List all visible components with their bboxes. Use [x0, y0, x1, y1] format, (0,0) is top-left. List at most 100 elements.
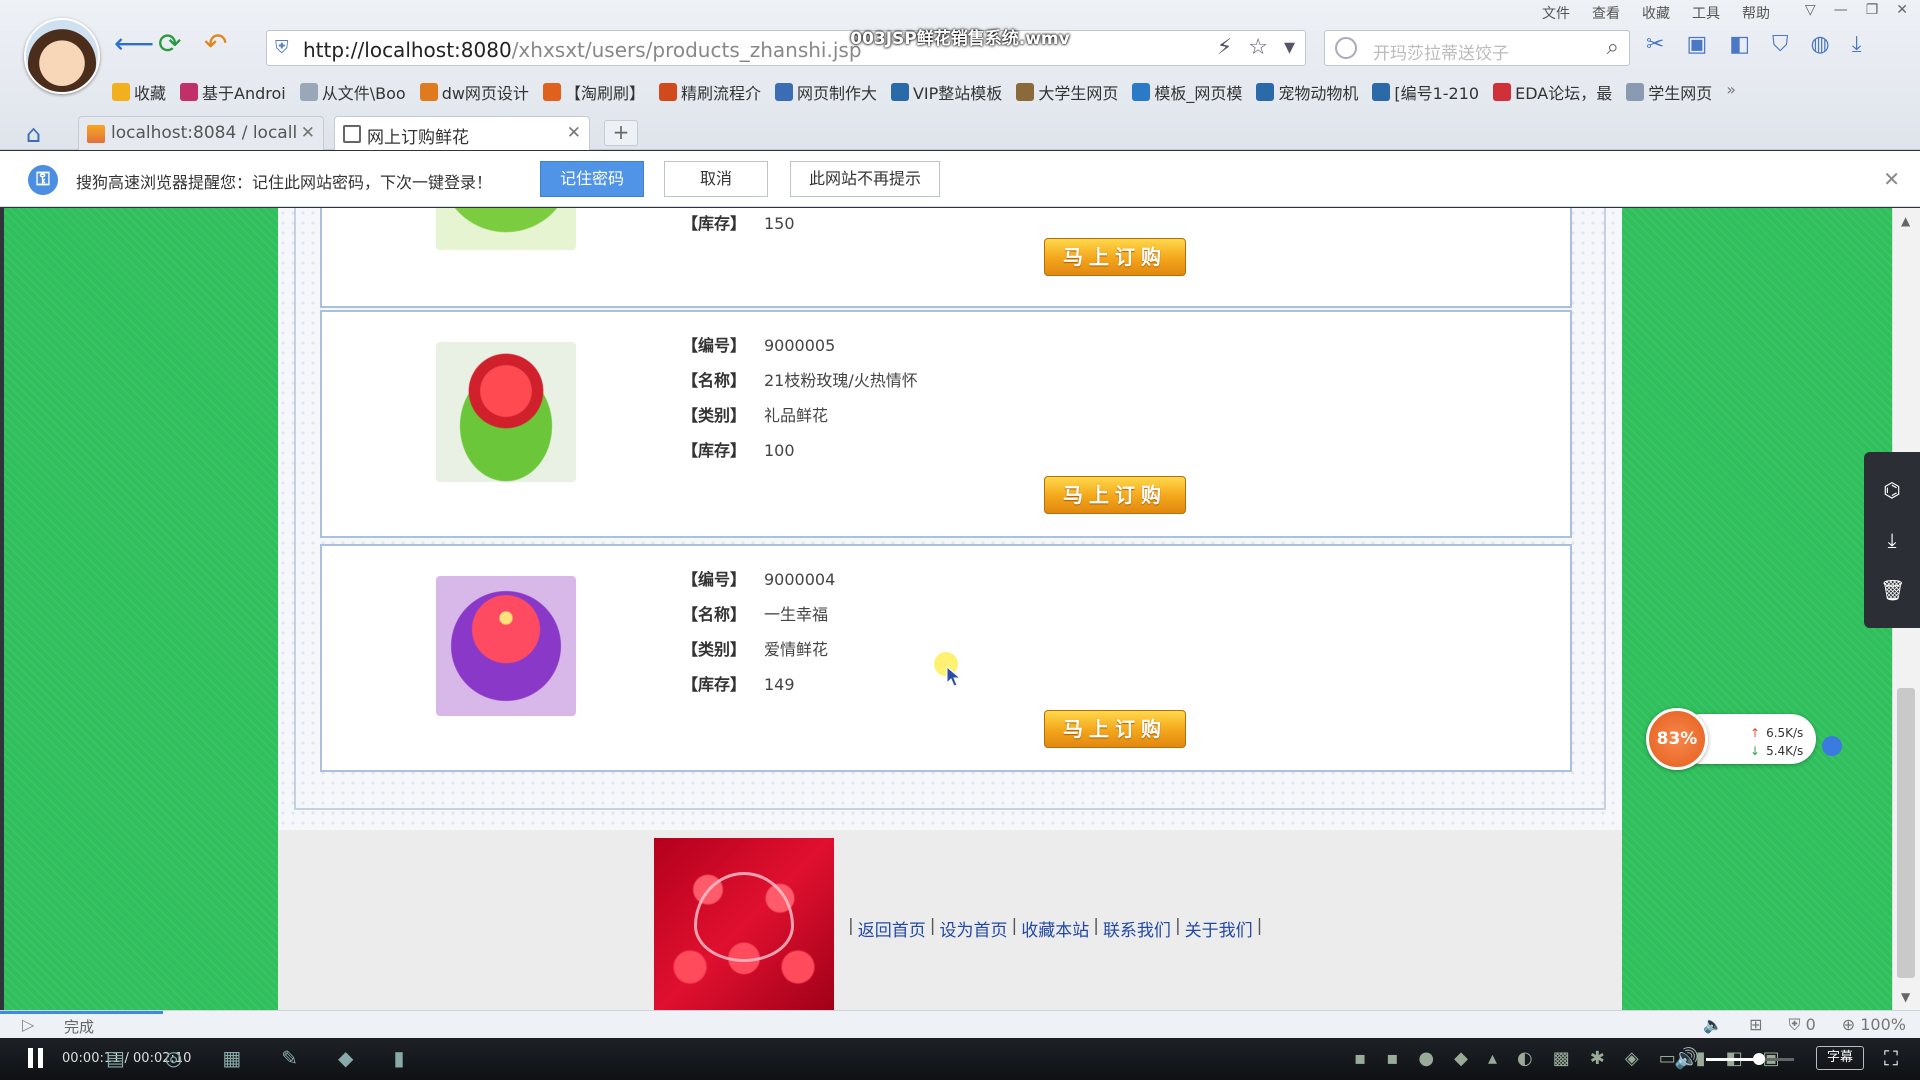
speaker-icon[interactable]: 🔈	[1703, 1015, 1723, 1035]
footer-links: | 返回首页 | 设为首页 | 收藏本站 | 联系我们 | 关于我们 |	[848, 916, 1263, 941]
bookmark-icon	[658, 83, 677, 101]
tab-order-flowers[interactable]: 网上订购鲜花 ✕	[334, 116, 590, 150]
bookmark-item[interactable]: 收藏	[112, 80, 166, 104]
product-image[interactable]	[436, 342, 576, 482]
tray-icon[interactable]: ▴	[1488, 1048, 1497, 1069]
bookmark-icon	[419, 83, 438, 101]
order-now-button[interactable]: 马上订购	[1044, 238, 1186, 276]
tray-icon[interactable]: ✱	[1590, 1048, 1605, 1069]
bookmark-label: 精刷流程介	[680, 84, 761, 103]
close-window-button[interactable]: ✕	[1896, 2, 1908, 18]
bookmark-label: 从文件\Boo	[321, 84, 406, 103]
footer-link-bookmark[interactable]: 收藏本站	[1021, 916, 1089, 941]
bookmark-label: 网页制作大	[796, 84, 877, 103]
bookmark-item[interactable]: 网页制作大	[774, 80, 877, 104]
bookmark-item[interactable]: 模板_网页模	[1132, 80, 1242, 104]
scroll-up-icon[interactable]: ▲	[1901, 214, 1910, 228]
never-prompt-button[interactable]: 此网站不再提示	[790, 161, 940, 197]
bookmark-item[interactable]: VIP整站模板	[890, 80, 1002, 104]
product-name: 【名称】 21枝粉玫瑰/火热情怀	[682, 371, 918, 390]
tab-localhost[interactable]: localhost:8084 / locall ✕	[78, 116, 324, 150]
tray-icon[interactable]: ◆	[1454, 1048, 1468, 1069]
browser-icon[interactable]: ◎	[165, 1046, 182, 1070]
menu-file[interactable]: 文件	[1542, 3, 1570, 23]
scroll-thumb[interactable]	[1897, 688, 1915, 978]
bookmark-item[interactable]: dw网页设计	[419, 80, 529, 104]
window-icon[interactable]: ▮	[393, 1046, 404, 1070]
accelerator-icon[interactable]	[1822, 736, 1842, 756]
bookmark-item[interactable]: 从文件\Boo	[299, 80, 406, 104]
footer-link-home[interactable]: 返回首页	[858, 916, 926, 941]
bookmark-item[interactable]: 宠物动物机	[1256, 80, 1358, 104]
explorer-icon[interactable]: ▦	[222, 1046, 241, 1070]
bookmark-item[interactable]: 【淘刷刷】	[542, 80, 645, 104]
product-image[interactable]	[436, 208, 576, 250]
tray-icon[interactable]: ●	[1418, 1048, 1434, 1069]
product-stock: 【库存】 150	[682, 214, 795, 233]
app-icon[interactable]: ◆	[338, 1046, 353, 1070]
tray-icon[interactable]: ◈	[1625, 1048, 1639, 1069]
remember-password-button[interactable]: 记住密码	[540, 161, 644, 197]
bookmarks-overflow-icon[interactable]: »	[1726, 80, 1736, 104]
bookmark-item[interactable]: 学生网页	[1626, 80, 1712, 104]
footer-link-about[interactable]: 关于我们	[1185, 916, 1253, 941]
bookmark-label: EDA论坛，最	[1515, 84, 1613, 103]
product-image[interactable]	[436, 576, 576, 716]
tray-icon[interactable]: ▪	[1354, 1048, 1366, 1069]
volume-icon[interactable]: 🔊	[1674, 1046, 1699, 1070]
volume-knob[interactable]	[1752, 1053, 1765, 1065]
tool-icon[interactable]: ✎	[281, 1046, 298, 1070]
trash-icon[interactable]: 🗑	[1880, 578, 1905, 602]
footer-link-contact[interactable]: 联系我们	[1103, 916, 1171, 941]
close-icon[interactable]: ✕	[1883, 167, 1900, 191]
bookmark-item[interactable]: 大学生网页	[1016, 80, 1118, 104]
close-icon[interactable]: ✕	[567, 123, 581, 143]
bookmark-icon	[1132, 83, 1151, 101]
bookmark-item[interactable]: EDA论坛，最	[1493, 80, 1612, 104]
close-icon[interactable]: ✕	[301, 123, 315, 143]
ad-block-count[interactable]: ⛨ 0	[1788, 1015, 1815, 1035]
folder-icon[interactable]: ▤	[106, 1046, 125, 1070]
bookmark-item[interactable]: 精刷流程介	[658, 80, 761, 104]
skin-icon[interactable]: ▽	[1805, 2, 1816, 18]
memory-percent[interactable]: 83%	[1646, 708, 1708, 770]
home-icon[interactable]: ⌂	[26, 120, 41, 148]
zoom-level[interactable]: ⊕ 100%	[1842, 1015, 1906, 1035]
minimize-button[interactable]: —	[1834, 2, 1848, 18]
bookmark-icon	[180, 83, 199, 101]
title-bar: 文件 查看 收藏 工具 帮助 ▽ — ❐ ✕	[0, 0, 1920, 24]
footer-link-set-home[interactable]: 设为首页	[939, 916, 1007, 941]
bookmark-icon	[299, 83, 318, 101]
pause-button[interactable]	[28, 1048, 48, 1070]
volume-slider[interactable]	[1706, 1053, 1794, 1065]
bookmark-item[interactable]: [编号1-210	[1372, 80, 1479, 104]
cancel-button[interactable]: 取消	[664, 161, 768, 197]
scroll-down-icon[interactable]: ▼	[1901, 990, 1910, 1004]
subtitle-button[interactable]: 字幕	[1816, 1046, 1864, 1070]
product-id: 【编号】 9000005	[682, 336, 836, 355]
order-now-button[interactable]: 马上订购	[1044, 476, 1186, 514]
tray-icon[interactable]: ▪	[1386, 1048, 1398, 1069]
order-now-button[interactable]: 马上订购	[1044, 710, 1186, 748]
product-category: 【类别】 爱情鲜花	[682, 640, 829, 659]
fullscreen-icon[interactable]: ⛶	[1884, 1046, 1898, 1070]
bookmark-label: 模板_网页模	[1154, 84, 1243, 103]
menu-favorites[interactable]: 收藏	[1642, 3, 1670, 23]
menu-help[interactable]: 帮助	[1742, 3, 1770, 23]
bookmark-item[interactable]: 基于Androi	[180, 80, 286, 104]
web-page: 【库存】 150 马上订购 【编号】 9000005 【名称】 21枝粉玫瑰/火热情怀…	[4, 208, 1892, 1010]
new-tab-button[interactable]: +	[604, 120, 638, 146]
menu-tools[interactable]: 工具	[1692, 3, 1720, 23]
bookmark-icon	[1626, 83, 1645, 101]
tray-icon[interactable]: ◐	[1517, 1048, 1533, 1069]
product-stock: 【库存】 149	[682, 675, 795, 694]
download-icon[interactable]: ⤓	[1880, 528, 1904, 552]
network-speed-widget[interactable]: ↑ 6.5K/s ↓ 5.4K/s 83%	[1646, 708, 1842, 770]
menu-view[interactable]: 查看	[1592, 3, 1620, 23]
side-toolbar: ⌬ ⤓ 🗑	[1864, 452, 1920, 628]
briefcase-icon[interactable]: ⊞	[1749, 1015, 1762, 1035]
tray-icon[interactable]: ▩	[1553, 1048, 1570, 1069]
share-icon[interactable]: ⌬	[1880, 478, 1904, 502]
maximize-button[interactable]: ❐	[1866, 2, 1879, 18]
bookmark-icon	[774, 83, 793, 101]
